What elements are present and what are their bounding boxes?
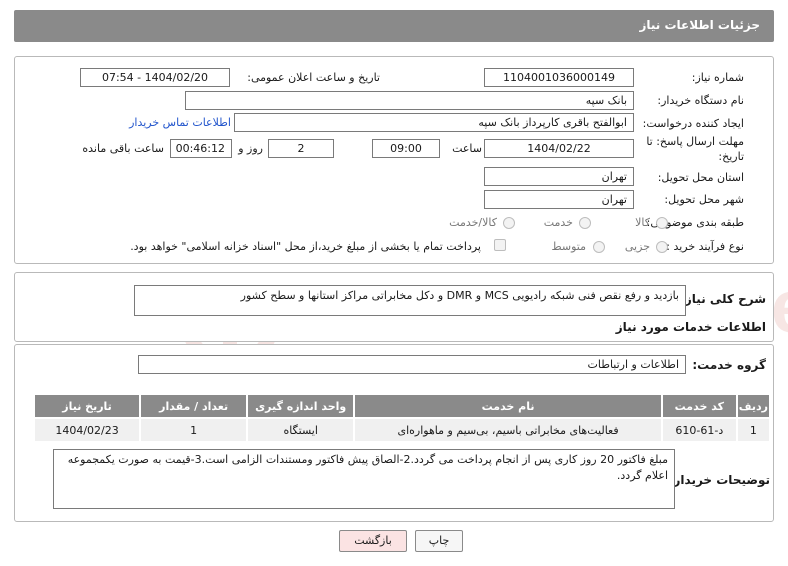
time-label: ساعت <box>452 142 482 155</box>
province-label: استان محل تحویل: <box>657 171 744 184</box>
buyer-contact-link[interactable]: اطلاعات تماس خریدار <box>129 116 231 129</box>
services-section-title: اطلاعات خدمات مورد نیاز <box>615 320 766 334</box>
page-title: جزئیات اطلاعات نیاز <box>639 18 760 32</box>
province-field[interactable]: تهران <box>484 167 634 186</box>
category-option-service: خدمت <box>543 216 573 229</box>
col-quantity: تعداد / مقدار <box>139 393 249 419</box>
col-service-name: نام خدمت <box>353 393 663 419</box>
summary-label: شرح کلی نیاز: <box>680 292 766 306</box>
need-info-panel <box>14 56 774 264</box>
announce-label: تاریخ و ساعت اعلان عمومی: <box>247 71 380 84</box>
service-group-label: گروه خدمت: <box>692 358 766 372</box>
city-field[interactable]: تهران <box>484 190 634 209</box>
days-label: روز و <box>238 142 263 155</box>
category-radio-goods[interactable] <box>656 217 668 229</box>
buyer-org-label: نام دستگاه خریدار: <box>657 94 744 107</box>
cell-unit: ایستگاه <box>246 417 356 443</box>
services-table: ردیف کد خدمت نام خدمت واحد اندازه گیری ت… <box>32 393 772 443</box>
cell-service-code: د-61-610 <box>660 417 738 443</box>
deadline-label-date: تاریخ: <box>718 150 744 163</box>
need-number-field[interactable]: 1104001036000149 <box>484 68 634 87</box>
table-header-row: ردیف کد خدمت نام خدمت واحد اندازه گیری ت… <box>32 393 772 419</box>
category-radio-service[interactable] <box>579 217 591 229</box>
process-radio-medium[interactable] <box>593 241 605 253</box>
back-button[interactable]: بازگشت <box>339 530 407 552</box>
buyer-notes-label: توضیحات خریدار: <box>668 473 770 487</box>
summary-textarea[interactable]: بازدید و رفع نقص فنی شبکه رادیویی MCS و … <box>134 285 686 316</box>
treasury-checkbox[interactable] <box>494 239 506 251</box>
cell-service-name: فعالیت‌های مخابراتی باسیم، بی‌سیم و ماهو… <box>353 417 663 443</box>
deadline-time-field[interactable]: 09:00 <box>372 139 440 158</box>
process-option-minor: جزیی <box>624 240 650 253</box>
cell-need-date: 1404/02/23 <box>32 417 142 443</box>
process-radio-minor[interactable] <box>656 241 668 253</box>
requester-field[interactable]: ابوالفتح باقری کارپرداز بانک سپه <box>234 113 634 132</box>
page-header: جزئیات اطلاعات نیاز <box>14 10 774 42</box>
cell-row-number: 1 <box>735 417 772 443</box>
cell-quantity: 1 <box>139 417 249 443</box>
category-option-goods-service: کالا/خدمت <box>449 216 497 229</box>
deadline-date-field[interactable]: 1404/02/22 <box>484 139 634 158</box>
remaining-label: ساعت باقی مانده <box>82 142 164 155</box>
category-option-goods: کالا <box>635 216 650 229</box>
category-radio-goods-service[interactable] <box>503 217 515 229</box>
days-field[interactable]: 2 <box>268 139 334 158</box>
col-service-code: کد خدمت <box>660 393 738 419</box>
buyer-org-field[interactable]: بانک سپه <box>185 91 634 110</box>
service-group-field[interactable]: اطلاعات و ارتباطات <box>138 355 686 374</box>
print-button[interactable]: چاپ <box>415 530 463 552</box>
table-row: 1 د-61-610 فعالیت‌های مخابراتی باسیم، بی… <box>32 417 772 443</box>
col-row-number: ردیف <box>735 393 772 419</box>
remaining-time-field[interactable]: 00:46:12 <box>170 139 232 158</box>
deadline-label: مهلت ارسال پاسخ: تا <box>646 135 744 148</box>
process-option-medium: متوسط <box>551 240 586 253</box>
buyer-notes-textarea[interactable]: مبلغ فاکتور 20 روز کاری پس از انجام پردا… <box>53 449 675 509</box>
city-label: شهر محل تحویل: <box>664 193 744 206</box>
requester-label: ایجاد کننده درخواست: <box>642 117 744 130</box>
need-number-label: شماره نیاز: <box>691 71 744 84</box>
col-unit: واحد اندازه گیری <box>246 393 356 419</box>
col-need-date: تاریخ نیاز <box>32 393 142 419</box>
announce-field[interactable]: 1404/02/20 - 07:54 <box>80 68 230 87</box>
process-label: نوع فرآیند خرید : <box>666 240 744 253</box>
treasury-note: پرداخت تمام یا بخشی از مبلغ خرید،از محل … <box>130 240 481 253</box>
